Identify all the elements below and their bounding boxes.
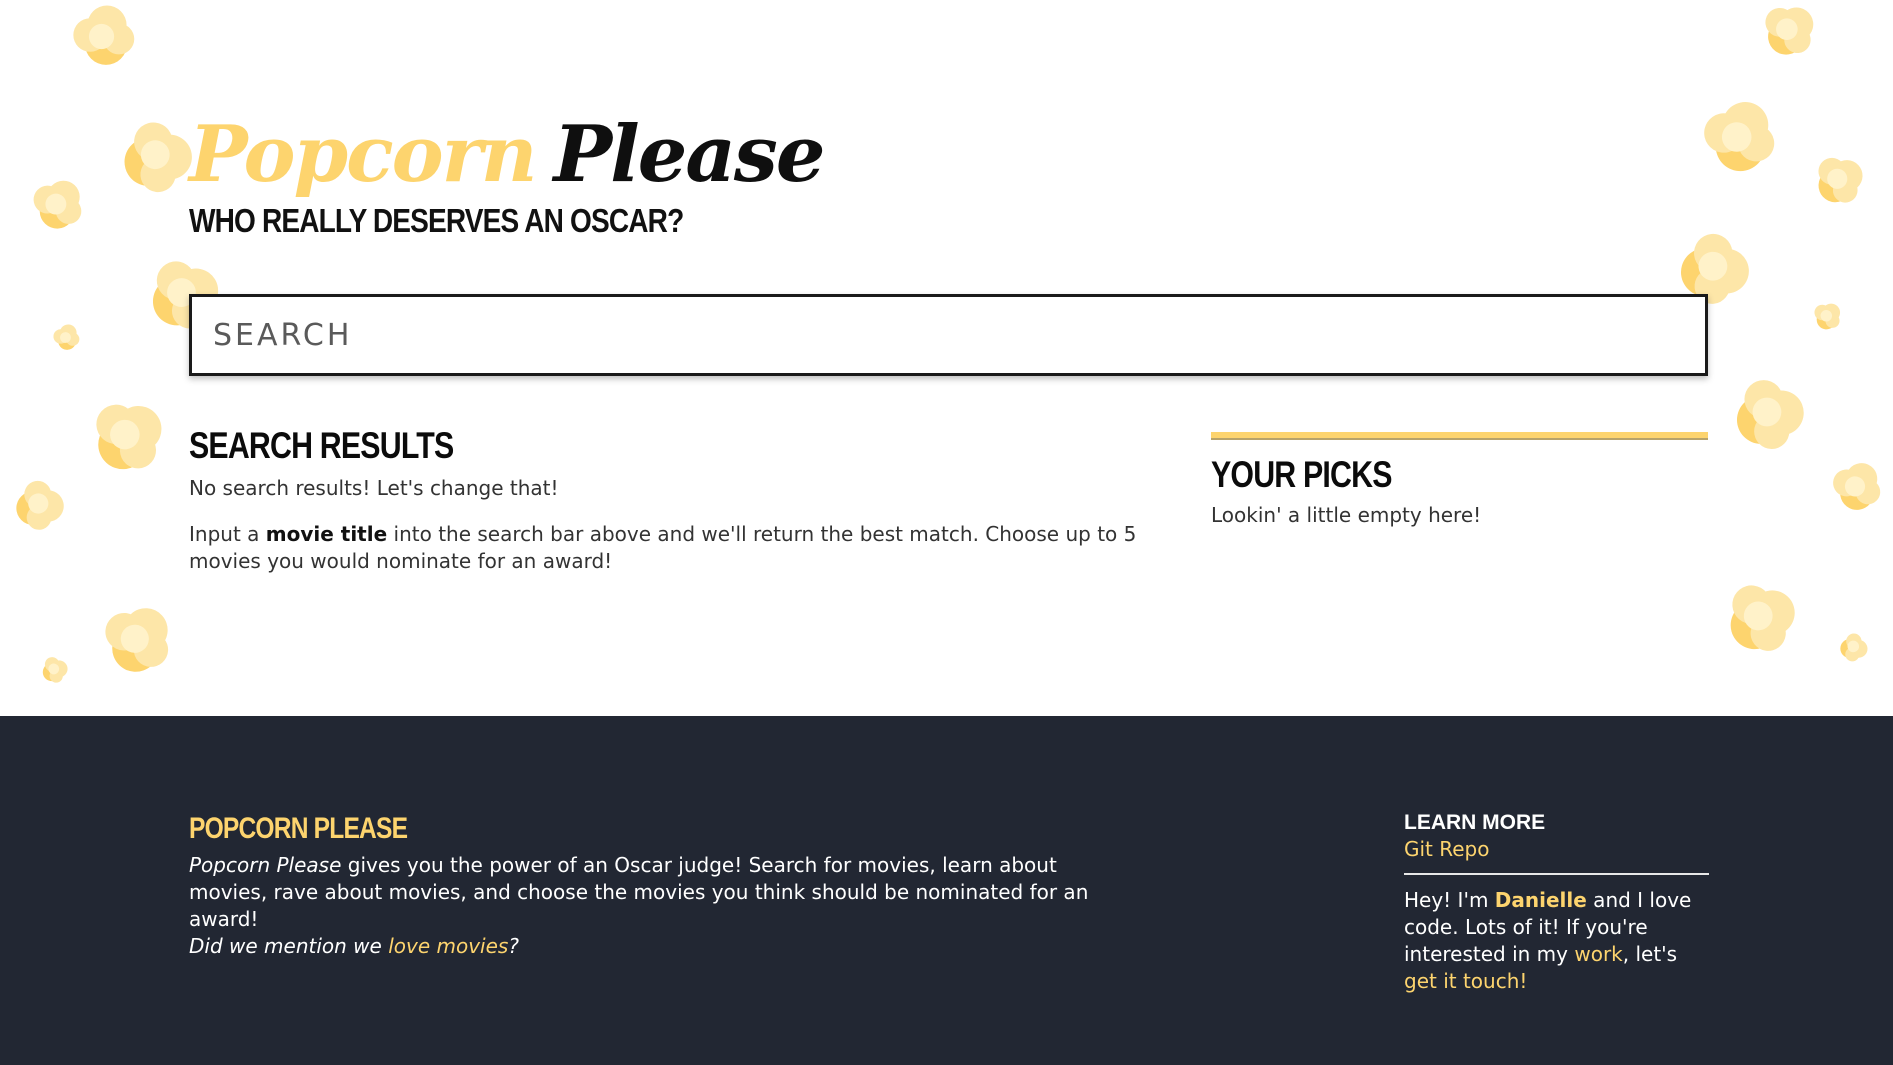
footer-title: POPCORN PLEASE	[189, 812, 408, 845]
search-results-empty-message: No search results! Let's change that!	[189, 476, 559, 500]
love-movies-link[interactable]: love movies	[388, 934, 508, 958]
popcorn-kernel-icon	[1820, 448, 1893, 524]
popcorn-kernel-icon	[1684, 79, 1798, 193]
danielle-link[interactable]: Danielle	[1495, 888, 1587, 912]
footer-divider	[1404, 873, 1709, 875]
instructions-bold-text: movie title	[265, 522, 388, 546]
popcorn-kernel-icon	[1809, 297, 1848, 336]
footer-bio: Hey! I'm Danielle and I love code. Lots …	[1404, 887, 1709, 995]
get-in-touch-link[interactable]: get it touch!	[1404, 969, 1527, 993]
learn-more-heading: LEARN MORE	[1404, 811, 1546, 834]
search-results-heading: SEARCH RESULTS	[189, 425, 454, 466]
site-footer: POPCORN PLEASE Popcorn Please gives you …	[0, 716, 1893, 1065]
instructions-text-start: Input a	[189, 522, 266, 546]
popcorn-kernel-icon	[1756, 0, 1824, 64]
picks-accent-bar	[1211, 432, 1708, 440]
footer-learn-more: LEARN MORE Git Repo Hey! I'm Danielle an…	[1404, 811, 1709, 995]
popcorn-kernel-icon	[89, 589, 188, 688]
popcorn-kernel-icon	[1, 467, 79, 545]
footer-mention-end: ?	[508, 934, 519, 958]
search-results-section: SEARCH RESULTS No search results! Let's …	[189, 425, 1169, 575]
popcorn-kernel-icon	[1717, 573, 1806, 662]
search-instructions: Input a movie title into the search bar …	[189, 521, 1169, 575]
your-picks-heading: YOUR PICKS	[1211, 454, 1392, 495]
popcorn-kernel-icon	[1811, 151, 1869, 209]
popcorn-kernel-icon	[56, 0, 155, 84]
site-tagline: WHO REALLY DESERVES AN OSCAR?	[189, 202, 684, 239]
bio-text-start: Hey! I'm	[1404, 888, 1495, 912]
search-box	[189, 294, 1708, 376]
popcorn-kernel-icon	[86, 393, 172, 479]
popcorn-kernel-icon	[1718, 363, 1823, 468]
git-repo-link[interactable]: Git Repo	[1404, 836, 1709, 863]
your-picks-empty-message: Lookin' a little empty here!	[1211, 503, 1482, 527]
bio-text-middle-2: , let's	[1622, 942, 1678, 966]
footer-about-text: Popcorn Please gives you the power of an…	[189, 852, 1089, 933]
work-link[interactable]: work	[1574, 942, 1622, 966]
site-logo: Popcorn Please	[189, 109, 825, 200]
footer-mention-text: Did we mention we	[189, 934, 389, 958]
popcorn-kernel-icon	[36, 651, 74, 689]
logo-word-please: Please	[553, 109, 825, 200]
popcorn-kernel-icon	[46, 316, 88, 358]
popcorn-kernel-icon	[1831, 625, 1876, 670]
footer-about-brand: Popcorn Please	[189, 853, 342, 877]
search-input[interactable]	[192, 297, 1705, 373]
popcorn-kernel-icon	[21, 166, 98, 243]
footer-about: POPCORN PLEASE Popcorn Please gives you …	[189, 812, 1089, 960]
your-picks-section: YOUR PICKS Lookin' a little empty here!	[1211, 432, 1708, 529]
logo-word-popcorn: Popcorn	[189, 109, 537, 200]
footer-mention: Did we mention we love movies?	[189, 933, 1089, 960]
